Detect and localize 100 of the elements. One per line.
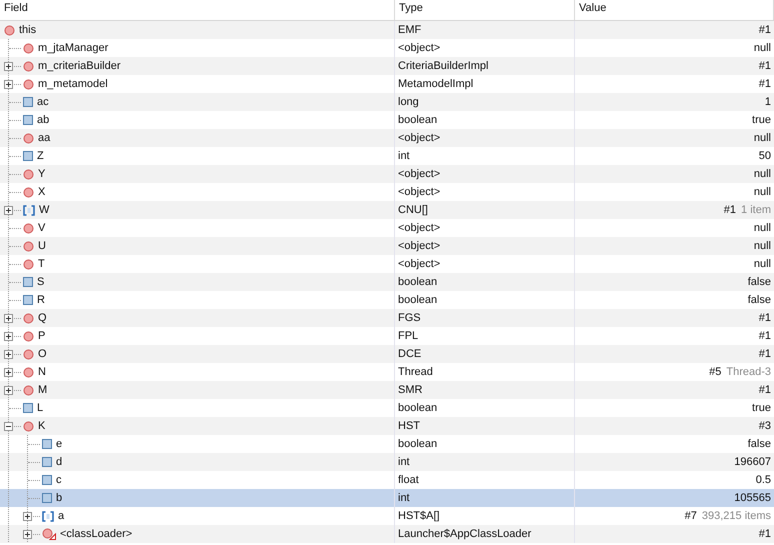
collapse-icon[interactable] xyxy=(4,422,13,430)
field-name: L xyxy=(37,402,44,414)
field-name: S xyxy=(37,276,44,288)
circle-icon xyxy=(23,222,34,234)
circle-icon xyxy=(23,366,34,378)
circle-icon xyxy=(23,384,34,396)
value-text: #5 xyxy=(709,366,722,378)
tree-row[interactable]: O DCE #1 xyxy=(0,345,774,363)
field-name: V xyxy=(38,222,46,234)
circle-icon xyxy=(23,420,34,432)
field-name: <classLoader> xyxy=(60,528,132,540)
field-name: m_metamodel xyxy=(38,78,108,90)
type-text: <object> xyxy=(398,186,440,198)
type-text: CNU[] xyxy=(398,204,428,216)
value-text: null xyxy=(754,168,771,180)
expand-icon[interactable] xyxy=(4,350,13,358)
tree-row[interactable]: K HST #3 xyxy=(0,417,774,435)
type-text: Thread xyxy=(398,366,433,378)
tree-row[interactable]: S boolean false xyxy=(0,273,774,291)
tree-row[interactable]: d int 196607 xyxy=(0,453,774,471)
circle-icon xyxy=(23,60,34,72)
field-name: m_jtaManager xyxy=(38,42,108,54)
value-text: #1 xyxy=(758,24,771,36)
circle-icon xyxy=(23,78,34,90)
field-name: c xyxy=(56,474,62,486)
circle-icon xyxy=(23,186,34,198)
type-text: <object> xyxy=(398,168,440,180)
type-text: HST$A[] xyxy=(398,510,440,522)
tree-row[interactable]: <classLoader> Launcher$AppClassLoader #1 xyxy=(0,525,774,543)
circle-icon xyxy=(23,258,34,270)
field-name: R xyxy=(37,294,45,306)
expand-icon[interactable] xyxy=(4,314,13,322)
value-text: 105565 xyxy=(734,492,771,504)
field-name: ab xyxy=(37,114,50,126)
value-text: null xyxy=(754,222,771,234)
value-text: true xyxy=(752,114,771,126)
expand-icon[interactable] xyxy=(23,530,32,538)
value-text: #1 xyxy=(758,528,771,540)
tree-row[interactable]: m_criteriaBuilder CriteriaBuilderImpl #1 xyxy=(0,57,774,75)
tree-row[interactable]: b int 105565 xyxy=(0,489,774,507)
value-text: 0.5 xyxy=(756,474,771,486)
value-text: #1 xyxy=(724,204,736,216)
type-text: CriteriaBuilderImpl xyxy=(398,60,488,72)
tree-row[interactable]: U <object> null xyxy=(0,237,774,255)
expand-icon[interactable] xyxy=(23,512,32,520)
tree-row[interactable]: W CNU[] #1 1 item xyxy=(0,201,774,219)
value-text: false xyxy=(748,438,771,450)
expand-icon[interactable] xyxy=(4,62,13,70)
type-text: EMF xyxy=(398,24,422,36)
tree-row[interactable]: aa <object> null xyxy=(0,129,774,147)
field-name: d xyxy=(56,456,62,468)
field-name: e xyxy=(56,438,62,450)
type-text: <object> xyxy=(398,258,440,270)
type-text: SMR xyxy=(398,384,422,396)
type-text: DCE xyxy=(398,348,422,360)
field-name: O xyxy=(38,348,47,360)
expand-icon[interactable] xyxy=(4,206,13,214)
tree-row[interactable]: this EMF #1 xyxy=(0,21,774,39)
type-text: MetamodelImpl xyxy=(398,78,474,90)
circle-icon xyxy=(23,42,34,54)
value-text: null xyxy=(754,240,771,252)
type-text: Launcher$AppClassLoader xyxy=(398,528,532,540)
circle-icon xyxy=(23,168,34,180)
circle-icon xyxy=(23,330,34,342)
value-text: 196607 xyxy=(734,456,771,468)
type-text: <object> xyxy=(398,42,440,54)
field-name: Q xyxy=(38,312,47,324)
field-name: this xyxy=(19,24,36,36)
field-name: X xyxy=(38,186,46,198)
column-header[interactable]: Field xyxy=(0,0,395,20)
expand-icon[interactable] xyxy=(4,80,13,88)
circle-icon xyxy=(42,528,56,540)
value-text: null xyxy=(754,42,771,54)
value-text: 1 xyxy=(764,96,771,108)
type-text: boolean xyxy=(398,294,438,306)
type-text: <object> xyxy=(398,240,440,252)
tree-row[interactable]: Y <object> null xyxy=(0,165,774,183)
field-name: a xyxy=(58,510,64,522)
tree-row[interactable]: ac long 1 xyxy=(0,93,774,111)
field-name: ac xyxy=(37,96,49,108)
expand-icon[interactable] xyxy=(4,332,13,340)
expand-icon[interactable] xyxy=(4,368,13,376)
expand-icon[interactable] xyxy=(4,386,13,394)
tree-row[interactable]: Q FGS #1 xyxy=(0,309,774,327)
type-text: float xyxy=(398,474,419,486)
value-detail: Thread-3 xyxy=(726,366,771,378)
field-name: P xyxy=(38,330,46,342)
value-text: null xyxy=(754,186,771,198)
value-text: #1 xyxy=(758,78,771,90)
field-name: N xyxy=(38,366,46,378)
type-text: <object> xyxy=(398,132,440,144)
field-name: b xyxy=(56,492,62,504)
value-text: #1 xyxy=(758,330,771,342)
value-text: true xyxy=(752,402,771,414)
column-header[interactable]: Value xyxy=(575,0,774,20)
square-icon xyxy=(23,97,33,107)
square-icon xyxy=(42,439,52,449)
column-header[interactable]: Type xyxy=(395,0,575,20)
tree-row[interactable]: M SMR #1 xyxy=(0,381,774,399)
value-detail: 1 item xyxy=(741,204,771,216)
